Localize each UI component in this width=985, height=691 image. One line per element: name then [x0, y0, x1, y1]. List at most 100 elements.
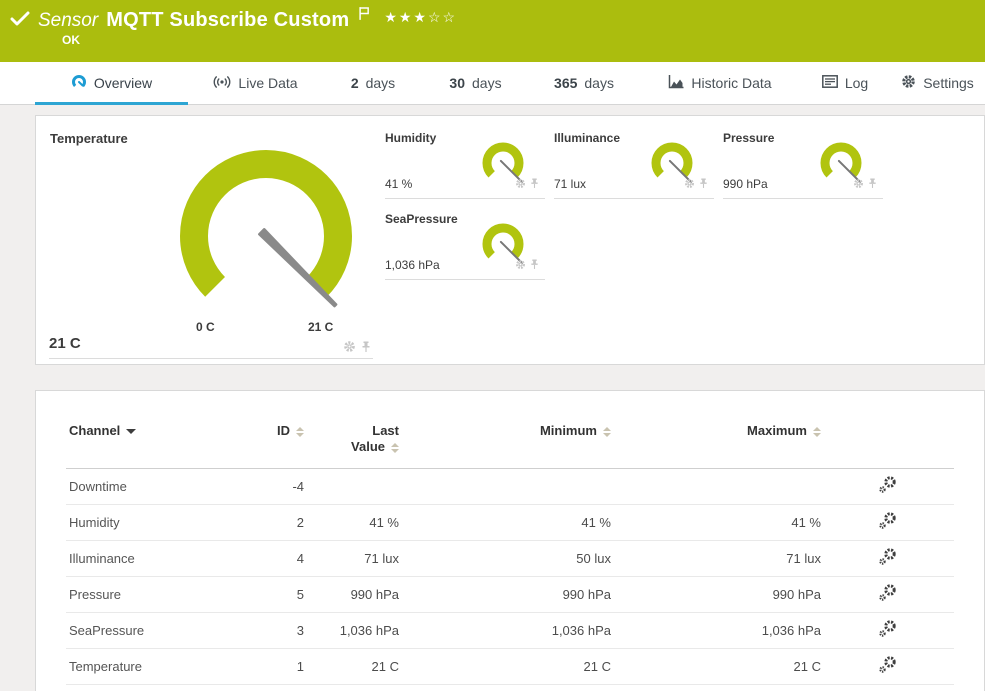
channel-value: 71 lux [554, 177, 586, 191]
tab-2-days[interactable]: 2 days [323, 62, 423, 104]
column-header-minimum[interactable]: Minimum [399, 423, 611, 469]
status-badge: OK [62, 33, 80, 47]
cell-last-value: 71 lux [304, 541, 399, 577]
channel-value: 990 hPa [723, 177, 768, 191]
edit-channel-button[interactable] [821, 505, 954, 541]
tab-number: 365 [554, 75, 577, 91]
object-type-label: Sensor [38, 10, 98, 32]
pin-icon[interactable] [530, 176, 539, 194]
sort-desc-icon[interactable] [126, 429, 136, 434]
channel-value: 21 C [49, 335, 81, 352]
cell-channel: SeaPressure [66, 613, 256, 649]
table-row: Pressure 5 990 hPa 990 hPa 990 hPa [66, 577, 954, 613]
column-header-id[interactable]: ID [256, 423, 304, 469]
channel-settings-gear-icon[interactable] [853, 176, 864, 194]
sort-icon[interactable] [296, 427, 304, 437]
page-title: MQTT Subscribe Custom [106, 9, 349, 32]
table-row: Humidity 2 41 % 41 % 41 % [66, 505, 954, 541]
column-header-maximum[interactable]: Maximum [611, 423, 821, 469]
table-row: SeaPressure 3 1,036 hPa 1,036 hPa 1,036 … [66, 613, 954, 649]
cell-id: 5 [256, 577, 304, 613]
table-row: Downtime -4 [66, 469, 954, 505]
priority-stars[interactable]: ★★★☆☆ [384, 9, 457, 26]
mini-channel-panel: Illuminance 71 lux [554, 129, 714, 199]
channel-settings-gear-icon[interactable] [515, 176, 526, 194]
channels-table-body: Downtime -4 Humidity 2 41 % 41 % 41 % Il… [66, 469, 954, 685]
channel-settings-gear-icon[interactable] [684, 176, 695, 194]
tab-live-data[interactable]: Live Data [188, 62, 323, 104]
column-header-channel[interactable]: Channel [66, 423, 256, 469]
edit-channel-button[interactable] [821, 577, 954, 613]
double-gear-icon [877, 583, 899, 603]
double-gear-icon [877, 511, 899, 531]
tab-label: Settings [923, 75, 974, 91]
tab-365-days[interactable]: 365 days [528, 62, 640, 104]
tab-overview[interactable]: Overview [35, 62, 188, 104]
edit-channel-button[interactable] [821, 541, 954, 577]
cell-maximum: 71 lux [611, 541, 821, 577]
channels-table: Channel ID Last Value Minimum Maximum [66, 423, 954, 685]
tab-label: days [366, 75, 396, 91]
temperature-gauge [174, 146, 359, 341]
tab-historic-data[interactable]: Historic Data [640, 62, 800, 104]
cell-minimum: 990 hPa [399, 577, 611, 613]
cell-maximum [611, 469, 821, 505]
cell-last-value: 41 % [304, 505, 399, 541]
sort-icon[interactable] [603, 427, 611, 437]
double-gear-icon [877, 475, 899, 495]
cell-maximum: 1,036 hPa [611, 613, 821, 649]
tab-log[interactable]: Log [800, 62, 890, 104]
sort-icon[interactable] [813, 427, 821, 437]
cell-id: -4 [256, 469, 304, 505]
pin-icon[interactable] [868, 176, 877, 194]
tab-bar: Overview Live Data 2 days 30 days 365 da… [0, 62, 985, 105]
pin-icon[interactable] [530, 257, 539, 275]
gauge-min-label: 0 C [196, 320, 215, 334]
tab-settings[interactable]: Settings [890, 62, 985, 104]
edit-channel-button[interactable] [821, 613, 954, 649]
mini-channel-panel: Humidity 41 % [385, 129, 545, 199]
gauge-max-label: 21 C [308, 320, 333, 334]
tab-label: Log [845, 75, 868, 91]
cell-channel: Downtime [66, 469, 256, 505]
area-chart-icon [668, 75, 684, 92]
sort-icon[interactable] [391, 443, 399, 453]
channel-value: 1,036 hPa [385, 258, 440, 272]
channel-title: SeaPressure [385, 212, 458, 226]
channel-title: Pressure [723, 131, 774, 145]
channel-settings-gear-icon[interactable] [515, 257, 526, 275]
priority-flag-icon[interactable] [359, 6, 370, 26]
cell-maximum: 41 % [611, 505, 821, 541]
cell-last-value: 1,036 hPa [304, 613, 399, 649]
column-header-last-value[interactable]: Last Value [304, 423, 399, 469]
double-gear-icon [877, 547, 899, 567]
cell-channel: Humidity [66, 505, 256, 541]
cell-id: 2 [256, 505, 304, 541]
table-header-row: Channel ID Last Value Minimum Maximum [66, 423, 954, 469]
edit-channel-button[interactable] [821, 649, 954, 685]
double-gear-icon [877, 655, 899, 675]
mini-gauge-grid: Humidity 41 % Illuminance 71 lux [385, 129, 883, 280]
panel-divider [49, 358, 373, 359]
tab-label: days [472, 75, 502, 91]
tab-label: days [584, 75, 614, 91]
mini-channel-panel: SeaPressure 1,036 hPa [385, 210, 545, 280]
tab-label: Overview [94, 75, 152, 91]
gear-icon [901, 74, 916, 92]
pin-icon[interactable] [699, 176, 708, 194]
cell-channel: Illuminance [66, 541, 256, 577]
cell-id: 1 [256, 649, 304, 685]
mini-channel-panel: Pressure 990 hPa [723, 129, 883, 199]
channel-settings-gear-icon[interactable] [343, 340, 356, 358]
cell-last-value [304, 469, 399, 505]
tab-label: Live Data [238, 75, 297, 91]
cell-minimum: 21 C [399, 649, 611, 685]
cell-last-value: 21 C [304, 649, 399, 685]
edit-channel-button[interactable] [821, 469, 954, 505]
tab-number: 30 [449, 75, 465, 91]
table-row: Temperature 1 21 C 21 C 21 C [66, 649, 954, 685]
tab-30-days[interactable]: 30 days [423, 62, 528, 104]
status-check-icon [10, 11, 30, 32]
pin-icon[interactable] [361, 340, 371, 358]
log-icon [822, 75, 838, 91]
